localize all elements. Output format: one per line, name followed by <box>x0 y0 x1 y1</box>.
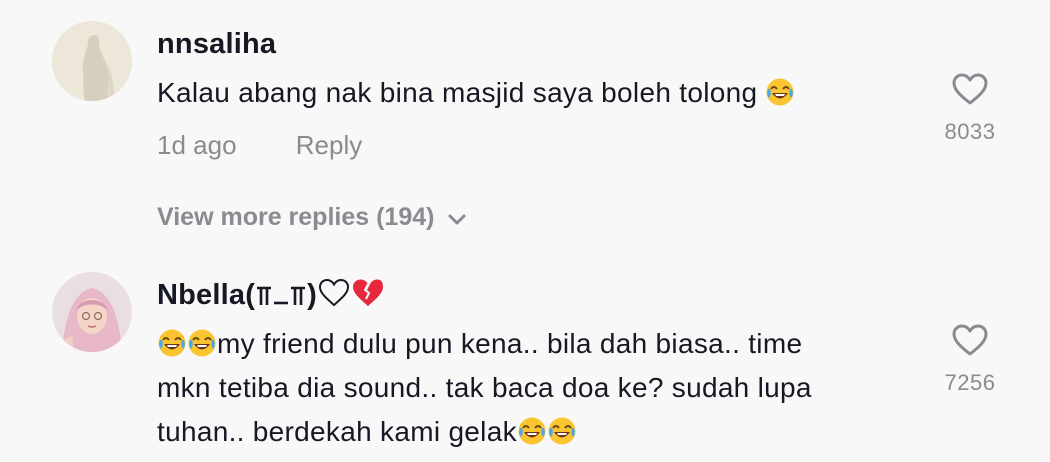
comment-line-1: my friend dulu pun kena.. bila dah biasa… <box>157 322 917 366</box>
comment-text-line: my friend dulu pun kena.. bila dah biasa… <box>217 328 803 359</box>
comment-timestamp: 1d ago <box>157 130 237 160</box>
crying-kaomoji <box>255 278 307 316</box>
comment-text-body: Kalau abang nak bina masjid saya boleh t… <box>157 77 758 108</box>
laughing-tears-emoji <box>517 416 547 446</box>
like-count: 7256 <box>944 370 996 395</box>
comment-text-line: tuhan.. berdekah kami gelak <box>157 416 517 447</box>
comment-text: my friend dulu pun kena.. bila dah biasa… <box>157 322 917 454</box>
comment-line-3: tuhan.. berdekah kami gelak <box>157 410 917 454</box>
white-heart-icon <box>317 278 351 316</box>
heart-outline-icon[interactable] <box>910 72 1030 111</box>
reply-button[interactable]: Reply <box>296 130 362 160</box>
comment-line-2: mkn tetiba dia sound.. tak baca doa ke? … <box>157 372 812 403</box>
broken-heart-emoji <box>351 278 385 316</box>
comment-meta: 1d ago Reply <box>157 130 362 161</box>
laughing-tears-emoji <box>765 77 795 107</box>
comments-panel: nnsaliha Kalau abang nak bina masjid say… <box>0 0 1050 462</box>
avatar[interactable] <box>52 272 132 352</box>
avatar[interactable] <box>52 21 132 101</box>
username-text: Nbella( <box>157 279 256 311</box>
like-group: 7256 <box>910 323 1030 396</box>
chevron-down-icon <box>448 204 466 233</box>
like-group: 8033 <box>910 72 1030 145</box>
comment-username[interactable]: Nbella() <box>157 278 385 316</box>
comment-username[interactable]: nnsaliha <box>157 28 276 61</box>
view-more-replies-button[interactable]: View more replies (194) <box>157 203 466 233</box>
view-more-replies-label: View more replies (194) <box>157 203 435 231</box>
laughing-tears-emoji <box>157 328 187 358</box>
laughing-tears-emoji <box>187 328 217 358</box>
username-paren: ) <box>307 279 317 311</box>
heart-outline-icon[interactable] <box>910 323 1030 362</box>
laughing-tears-emoji <box>547 416 577 446</box>
comment-text: Kalau abang nak bina masjid saya boleh t… <box>157 71 917 115</box>
like-count: 8033 <box>944 119 996 144</box>
